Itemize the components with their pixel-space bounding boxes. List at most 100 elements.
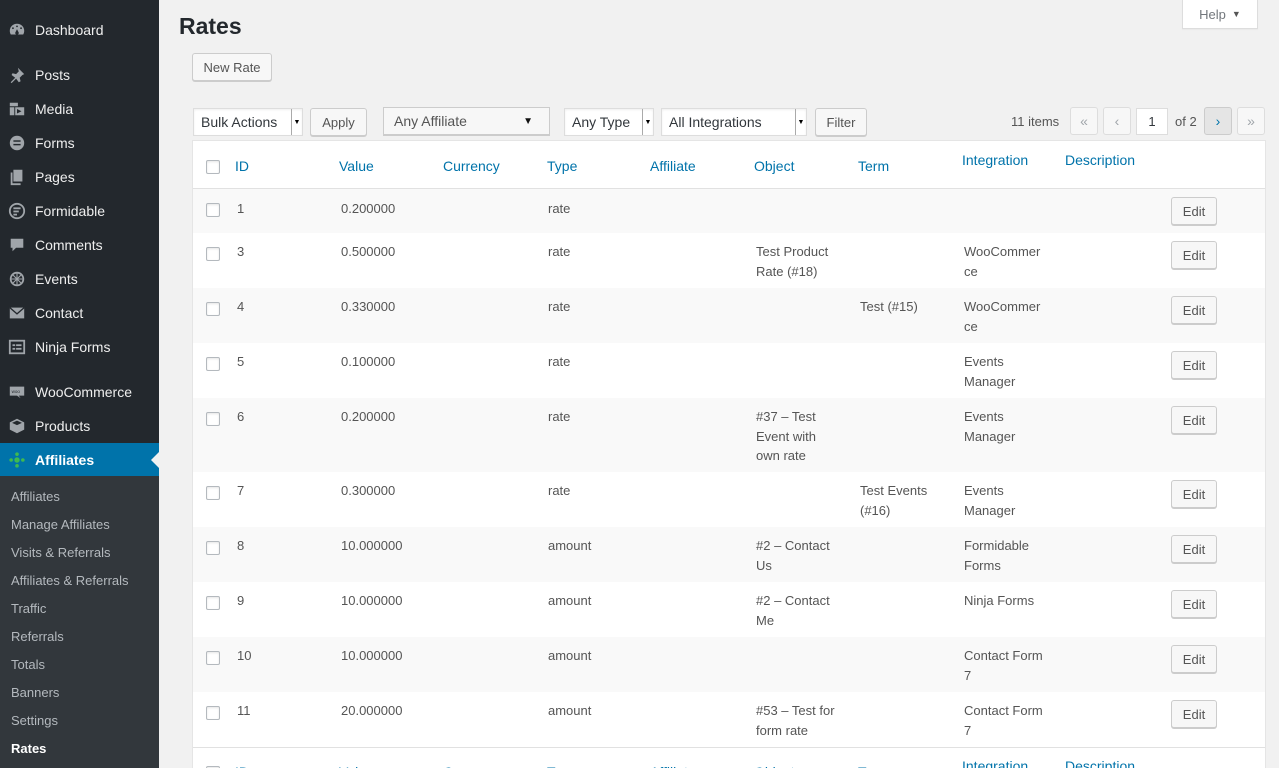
footer-column-value[interactable]: Value [339,764,374,768]
affiliate-filter-select[interactable]: Any Affiliate ▼ [383,107,550,135]
submenu-item-rates[interactable]: Rates [11,741,46,756]
row-checkbox[interactable] [206,541,220,555]
type-filter-select[interactable]: Any Type ▼ [564,108,654,136]
row-checkbox[interactable] [206,412,220,426]
footer-column-currency[interactable]: Currency [443,764,500,768]
column-header-id[interactable]: ID [235,158,249,174]
svg-text:woo: woo [12,389,21,394]
submenu-item-settings[interactable]: Settings [11,713,58,728]
cell-id: 8 [237,538,245,553]
events-icon [8,270,26,288]
row-checkbox[interactable] [206,302,220,316]
column-header-currency[interactable]: Currency [443,158,500,174]
sidebar-item-contact[interactable]: Contact [0,296,159,330]
select-arrow-icon: ▼ [291,109,302,135]
sidebar-item-dashboard[interactable]: Dashboard [0,13,159,47]
cell-id: 5 [237,354,245,369]
row-checkbox[interactable] [206,203,220,217]
column-header-type[interactable]: Type [547,158,577,174]
submenu-item-manage-affiliates[interactable]: Manage Affiliates [11,517,110,532]
table-row: 9 10.000000 amount #2 – Contact Me Ninja… [193,582,1265,637]
next-page-button[interactable]: › [1204,107,1232,135]
cell-value: 0.500000 [341,244,396,259]
edit-button[interactable]: Edit [1171,351,1217,379]
cell-type: amount [548,538,592,553]
footer-column-description[interactable]: Description [1065,758,1135,768]
select-all-checkbox[interactable] [206,160,220,174]
column-header-affiliate[interactable]: Affiliate [650,158,696,174]
row-checkbox[interactable] [206,247,220,261]
footer-column-integration[interactable]: Integration [962,758,1028,768]
cell-integration: Formidable Forms [964,538,1030,573]
apply-button[interactable]: Apply [310,108,367,136]
edit-button[interactable]: Edit [1171,480,1217,508]
edit-button[interactable]: Edit [1171,406,1217,434]
caret-down-icon: ▼ [1231,9,1241,19]
submenu-item-affiliates-referrals[interactable]: Affiliates & Referrals [11,573,129,588]
sidebar-item-forms[interactable]: Forms [0,126,159,160]
integration-filter-select[interactable]: All Integrations ▼ [661,108,807,136]
submenu-item-visits-referrals[interactable]: Visits & Referrals [11,545,110,560]
footer-column-object[interactable]: Object [754,764,794,768]
formidable-icon [8,202,26,220]
footer-column-type[interactable]: Type [547,764,577,768]
cell-value: 0.200000 [341,409,396,424]
submenu-item-traffic[interactable]: Traffic [11,601,46,616]
select-arrow-icon: ▼ [642,109,653,135]
table-row: 1 0.200000 rate Edit [193,189,1265,233]
sidebar-item-label: Pages [35,169,75,185]
forms-icon [8,134,26,152]
edit-button[interactable]: Edit [1171,700,1217,728]
footer-column-term[interactable]: Term [858,764,889,768]
sidebar-item-ninja-forms[interactable]: Ninja Forms [0,330,159,364]
new-rate-button[interactable]: New Rate [192,53,272,81]
cell-object: #2 – Contact Us [756,538,830,573]
bulk-actions-value: Bulk Actions [201,114,278,130]
edit-button[interactable]: Edit [1171,645,1217,673]
cell-value: 10.000000 [341,593,403,608]
current-page-input[interactable] [1136,108,1168,135]
cell-integration: WooCommerce [964,299,1041,334]
column-header-object[interactable]: Object [754,158,794,174]
column-header-value[interactable]: Value [339,158,374,174]
sidebar-item-media[interactable]: Media [0,92,159,126]
table-row: 4 0.330000 rate Test (#15) WooCommerce E… [193,288,1265,343]
help-tab-button[interactable]: Help ▼ [1182,0,1258,29]
row-checkbox[interactable] [206,651,220,665]
sidebar-item-affiliates[interactable]: Affiliates [0,443,159,477]
filter-button[interactable]: Filter [815,108,867,136]
cell-id: 7 [237,483,245,498]
row-checkbox[interactable] [206,486,220,500]
cell-id: 11 [237,703,251,718]
submenu-item-affiliates[interactable]: Affiliates [11,489,60,504]
edit-button[interactable]: Edit [1171,197,1217,225]
sidebar-item-woocommerce[interactable]: woo WooCommerce [0,375,159,409]
sidebar-item-events[interactable]: Events [0,262,159,296]
edit-button[interactable]: Edit [1171,535,1217,563]
column-header-description[interactable]: Description [1065,152,1135,168]
cell-integration: Events Manager [964,483,1016,518]
column-header-integration[interactable]: Integration [962,152,1028,168]
cell-integration: Ninja Forms [964,593,1035,608]
edit-button[interactable]: Edit [1171,241,1217,269]
column-header-term[interactable]: Term [858,158,889,174]
edit-button[interactable]: Edit [1171,590,1217,618]
footer-column-id[interactable]: ID [235,764,249,768]
row-checkbox[interactable] [206,357,220,371]
sidebar-item-products[interactable]: Products [0,409,159,443]
bulk-actions-select[interactable]: Bulk Actions ▼ [193,108,303,136]
sidebar-item-comments[interactable]: Comments [0,228,159,262]
submenu-item-totals[interactable]: Totals [11,657,45,672]
submenu-item-banners[interactable]: Banners [11,685,59,700]
footer-column-affiliate[interactable]: Affiliate [650,764,696,768]
sidebar-item-label: Events [35,271,78,287]
sidebar-item-pages[interactable]: Pages [0,160,159,194]
sidebar-item-formidable[interactable]: Formidable [0,194,159,228]
edit-button[interactable]: Edit [1171,296,1217,324]
row-checkbox[interactable] [206,596,220,610]
submenu-item-referrals[interactable]: Referrals [11,629,64,644]
sidebar-item-posts[interactable]: Posts [0,58,159,92]
cell-type: rate [548,201,571,216]
row-checkbox[interactable] [206,706,220,720]
cell-type: amount [548,593,592,608]
